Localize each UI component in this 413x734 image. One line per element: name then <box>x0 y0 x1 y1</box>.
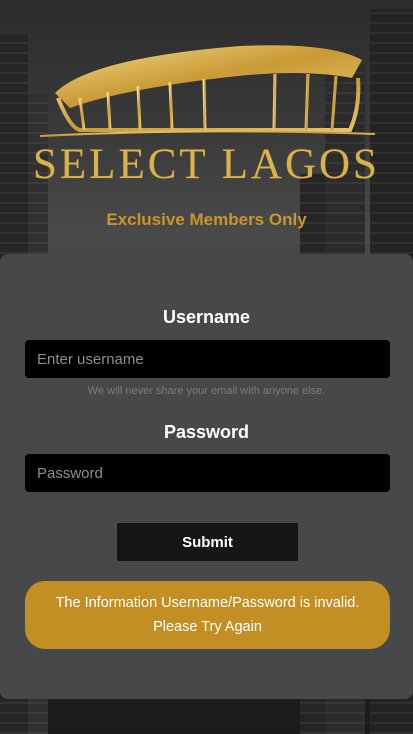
password-label: Password <box>163 422 250 442</box>
tagline: Exclusive Members Only <box>106 210 307 229</box>
username-help-text: We will never share your email with anyo… <box>87 385 326 397</box>
alert-message-line: The Information Username/Password is inv… <box>55 595 360 611</box>
alert-message-line: Please Try Again <box>153 619 262 635</box>
username-input[interactable] <box>25 340 390 378</box>
error-alert: The Information Username/Password is inv… <box>25 581 390 649</box>
brand-name: SELECT LAGOS <box>33 141 380 188</box>
submit-button[interactable]: Submit <box>117 523 298 561</box>
username-label: Username <box>162 307 251 327</box>
password-input[interactable] <box>25 454 390 492</box>
